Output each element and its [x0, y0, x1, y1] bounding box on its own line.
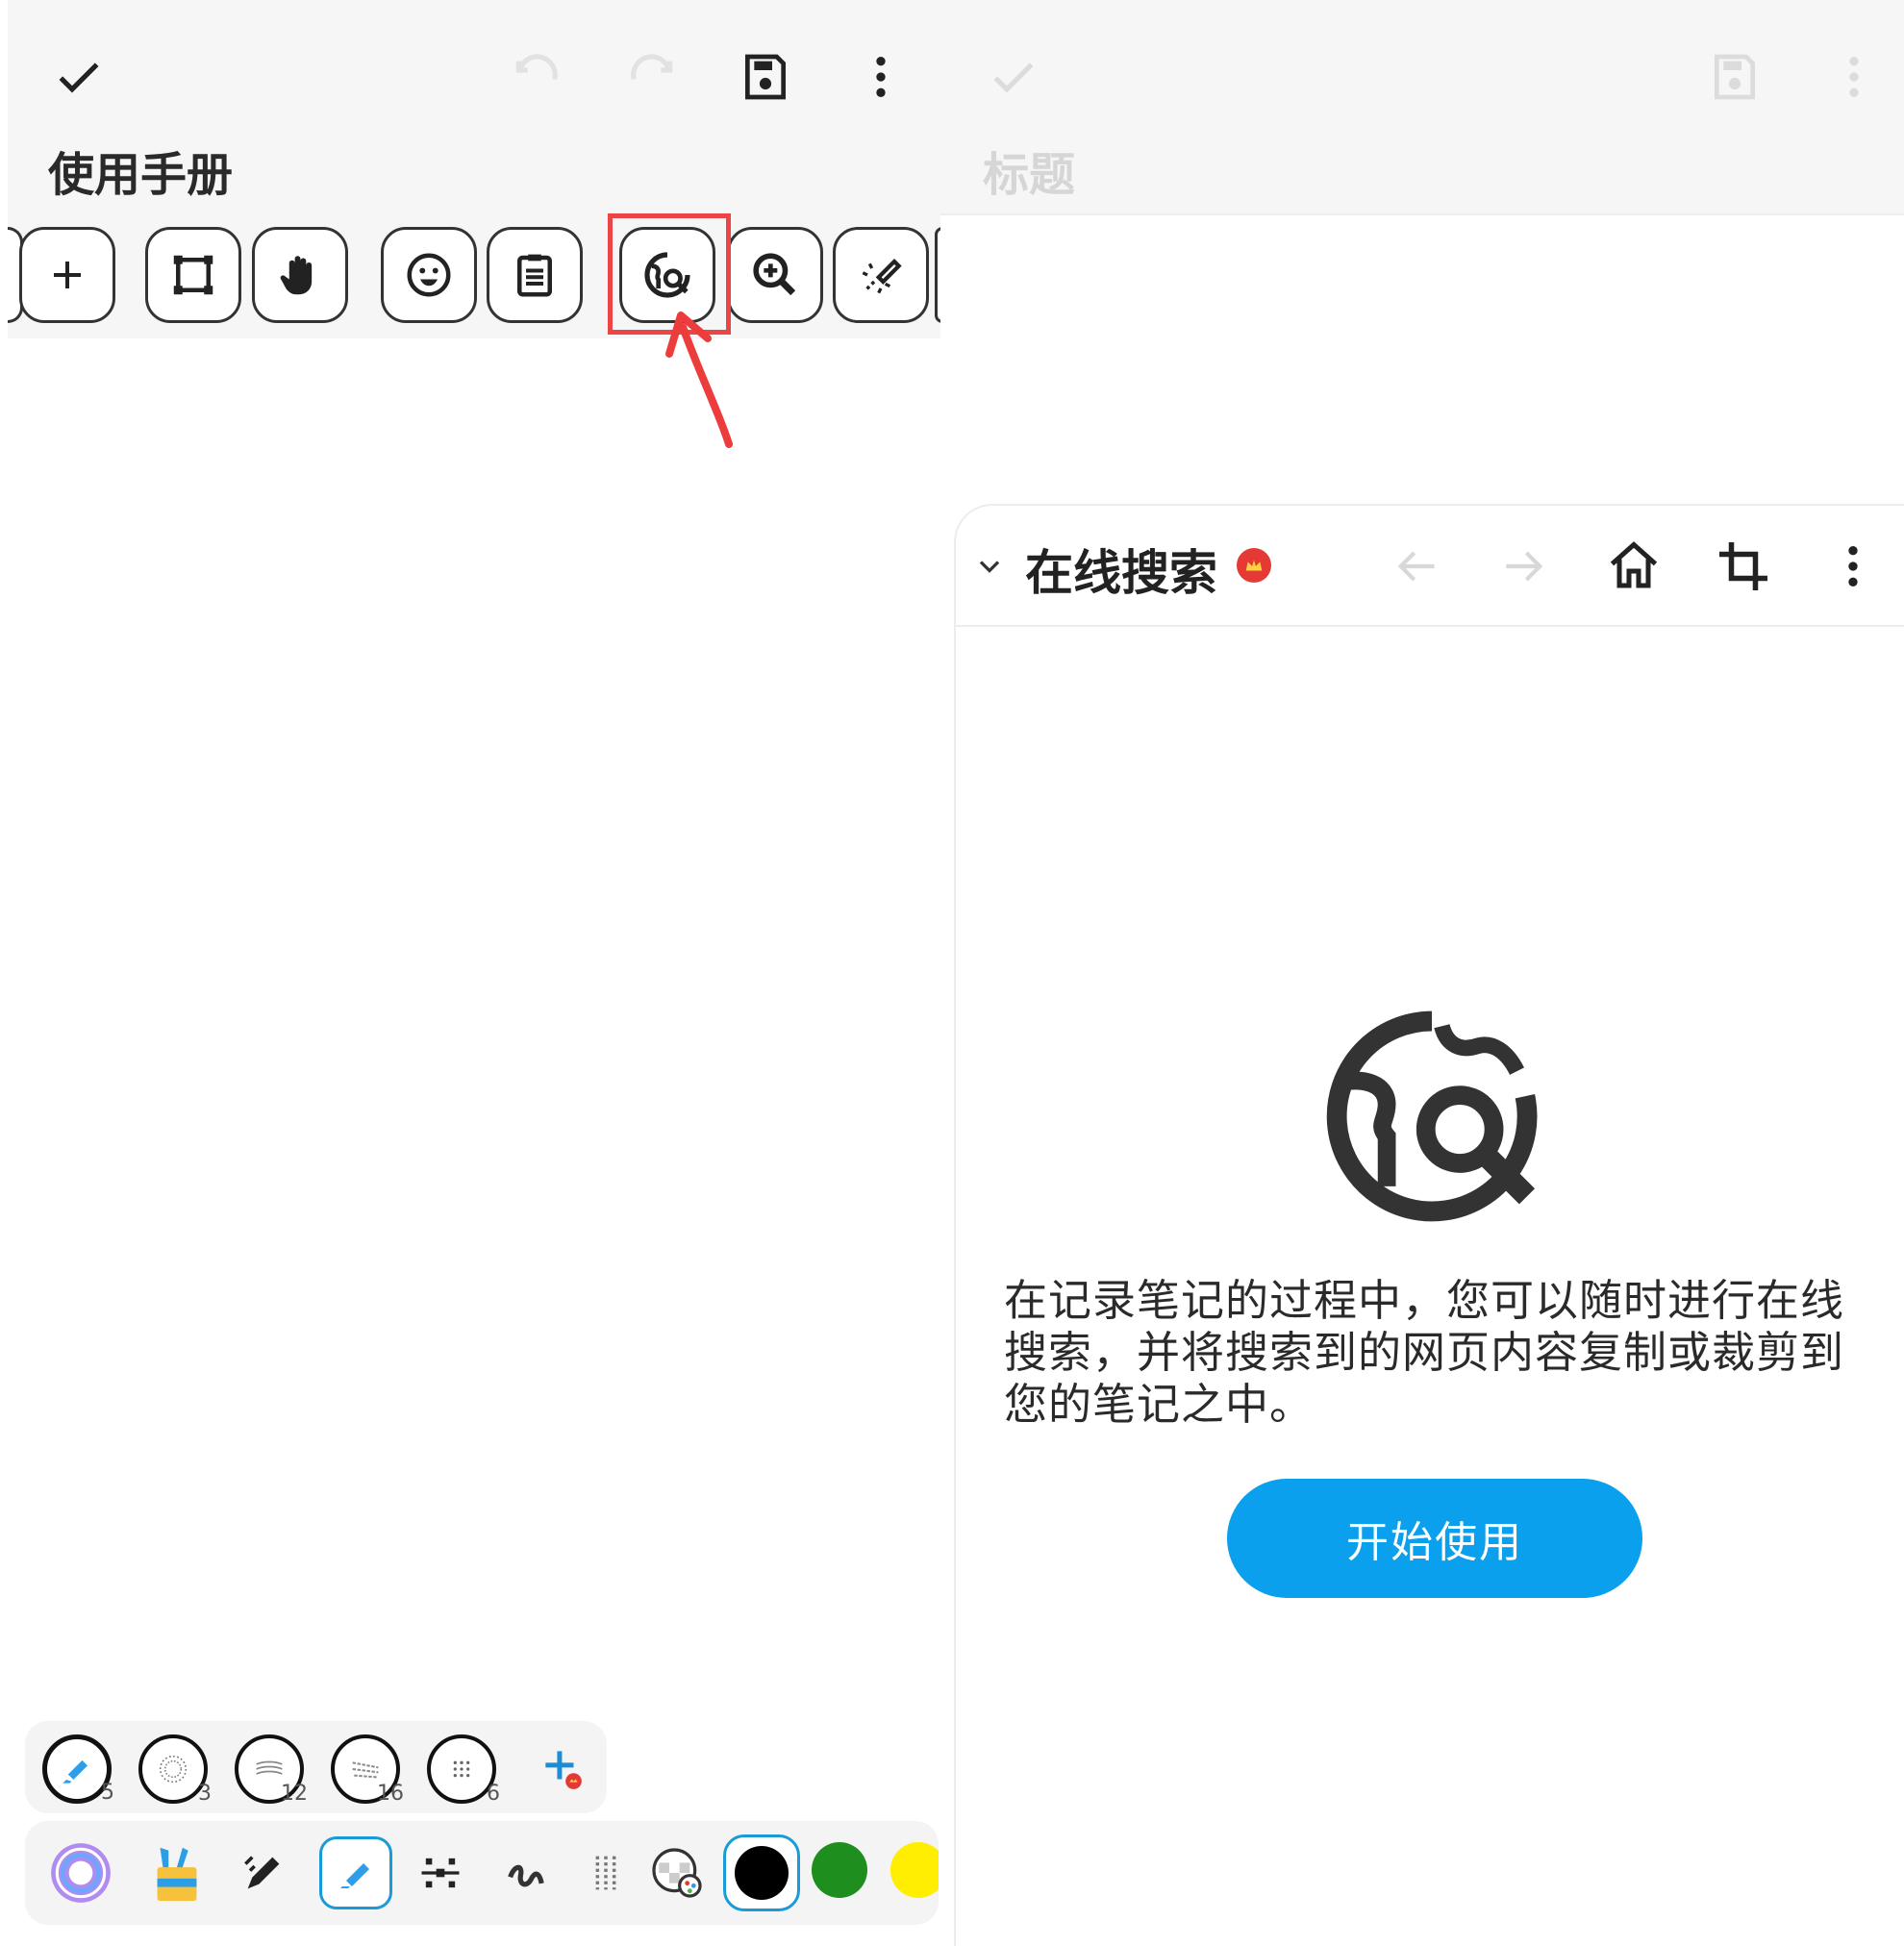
- emoji-icon: [407, 253, 451, 297]
- color-swatch: [735, 1846, 789, 1900]
- hand-tool-button[interactable]: [252, 227, 348, 323]
- select-rect-button[interactable]: [145, 227, 241, 323]
- laser-pointer-button[interactable]: [833, 227, 929, 323]
- clipboard-icon: [517, 254, 552, 297]
- pen-box-icon[interactable]: [140, 1836, 213, 1909]
- undo-icon[interactable]: [506, 46, 567, 108]
- select-rect-icon: [173, 255, 213, 295]
- crown-icon: [1237, 548, 1271, 583]
- select-points-icon[interactable]: [404, 1836, 477, 1909]
- back-arrow-icon[interactable]: [1383, 533, 1450, 600]
- brush-size-label: 3: [198, 1782, 212, 1806]
- add-button[interactable]: [19, 227, 115, 323]
- emoji-button[interactable]: [381, 227, 477, 323]
- right-header: 标题: [940, 0, 1904, 215]
- more-vertical-icon[interactable]: [1823, 46, 1885, 108]
- color-black-selected[interactable]: [723, 1834, 800, 1911]
- hand-icon: [280, 256, 313, 295]
- sheet-title: 在线搜索: [1025, 545, 1217, 601]
- save-icon[interactable]: [1704, 46, 1766, 108]
- dotted-lines-icon[interactable]: [569, 1836, 642, 1909]
- pen-edit-icon[interactable]: [227, 1836, 300, 1909]
- zoom-in-icon: [753, 253, 796, 296]
- clipboard-button[interactable]: [487, 227, 583, 323]
- brush-preset[interactable]: 5: [42, 1734, 114, 1805]
- texture-icon: [453, 1760, 470, 1778]
- annotation-arrow: [665, 312, 733, 448]
- brush-size-label: 16: [377, 1782, 404, 1806]
- color-green[interactable]: [812, 1842, 867, 1898]
- palette-icon[interactable]: [640, 1836, 714, 1909]
- right-note-panel: 标题 在线搜索 在记录笔记的过程中，您可以随时进行在线搜索，并将搜索到的网页内容…: [940, 0, 1904, 1946]
- marker-tool[interactable]: [319, 1836, 392, 1909]
- brush-size-label: 6: [487, 1782, 500, 1806]
- color-wheel-icon[interactable]: [44, 1836, 117, 1909]
- plus-icon: [54, 262, 81, 288]
- more-vertical-icon[interactable]: [850, 46, 912, 108]
- save-icon[interactable]: [735, 46, 796, 108]
- redo-icon[interactable]: [621, 46, 683, 108]
- texture-icon: [159, 1755, 188, 1784]
- pen-tool-bar: [25, 1821, 939, 1925]
- page-title: 使用手册: [48, 148, 234, 202]
- globe-search-icon: [1326, 1010, 1538, 1222]
- online-search-sheet: 在线搜索 在记录笔记的过程中，您可以随时进行在线搜索，并将搜索到的网页内容复制或…: [954, 504, 1904, 1946]
- brush-preset[interactable]: 3: [138, 1734, 212, 1806]
- note-canvas[interactable]: [940, 217, 1904, 506]
- check-icon[interactable]: [48, 46, 110, 108]
- chevron-down-icon[interactable]: [965, 533, 1014, 600]
- left-header: 使用手册: [8, 0, 942, 338]
- add-brush-button[interactable]: [525, 1731, 598, 1804]
- brush-preset-bar: 5 3 12 16 6: [25, 1721, 607, 1813]
- color-yellow[interactable]: [890, 1842, 939, 1898]
- zoom-in-button[interactable]: [727, 227, 823, 323]
- home-icon[interactable]: [1600, 533, 1667, 600]
- crop-icon[interactable]: [1710, 533, 1777, 600]
- left-note-panel: 使用手册 5 3 12 16 6: [8, 0, 942, 1942]
- feature-description: 在记录笔记的过程中，您可以随时进行在线搜索，并将搜索到的网页内容复制或裁剪到您的…: [1004, 1275, 1845, 1430]
- start-using-button[interactable]: 开始使用: [1227, 1479, 1642, 1598]
- squiggle-icon[interactable]: [490, 1836, 564, 1909]
- globe-search-icon: [644, 252, 690, 298]
- check-icon[interactable]: [983, 46, 1044, 108]
- brush-size-label: 12: [281, 1782, 308, 1806]
- brush-size-label: 5: [101, 1781, 114, 1805]
- brush-preset[interactable]: 6: [427, 1734, 500, 1806]
- more-vertical-icon[interactable]: [1819, 533, 1887, 600]
- marker-icon: [63, 1759, 88, 1784]
- marker-icon: [340, 1863, 369, 1888]
- plus-icon: [545, 1751, 582, 1789]
- laser-pointer-icon: [862, 259, 902, 294]
- brush-preset[interactable]: 16: [331, 1734, 404, 1806]
- note-title[interactable]: 标题: [983, 137, 1075, 204]
- sheet-header: 在线搜索: [956, 506, 1904, 627]
- forward-arrow-icon[interactable]: [1491, 533, 1558, 600]
- brush-preset[interactable]: 12: [235, 1734, 308, 1806]
